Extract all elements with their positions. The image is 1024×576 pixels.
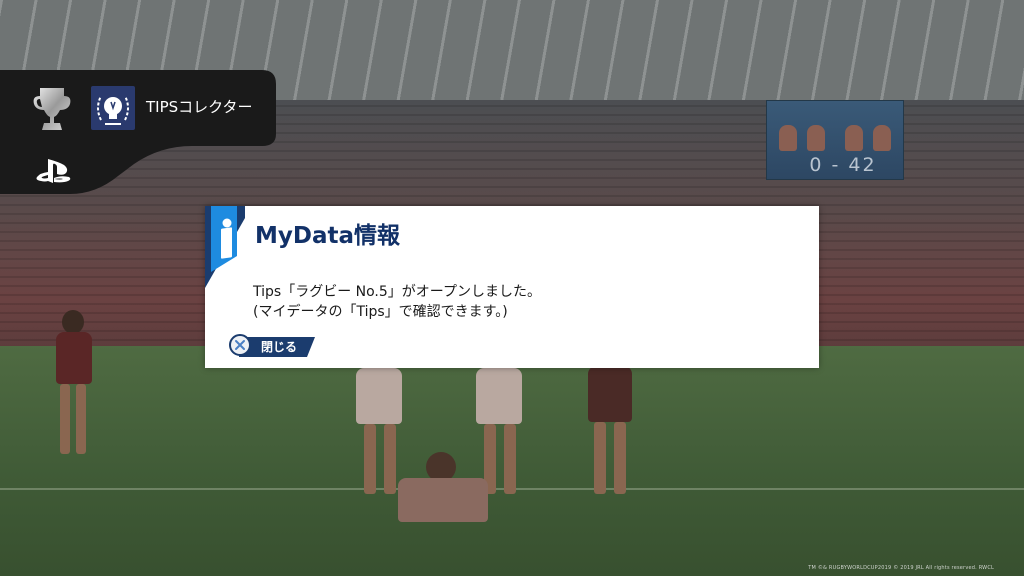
trophy-name: TIPSコレクター [146,98,253,116]
info-icon [205,206,245,288]
cross-button-icon [229,334,251,356]
dialog-message-line: Tips「ラグビー No.5」がオープンしました。 [253,284,541,300]
trophy-icon [33,88,71,130]
laurel-lightbulb-icon [97,95,129,125]
scoreboard-face [779,125,797,151]
player [48,310,98,460]
scoreboard-face [807,125,825,151]
dialog-message: Tips「ラグビー No.5」がオープンしました。 (マイデータの「Tips」で… [253,282,541,322]
dialog-title: MyData情報 [255,223,401,249]
copyright-text: TM ©& RUGBYWORLDCUP2019 © 2019 JRL All r… [808,565,994,571]
close-button[interactable]: 閉じる [229,334,315,358]
player [390,450,500,530]
playstation-logo-icon [36,159,71,183]
mydata-info-dialog: MyData情報 Tips「ラグビー No.5」がオープンしました。 (マイデー… [205,206,819,368]
scoreboard-score: 0 - 42 [809,154,877,176]
close-button-label: 閉じる [261,340,298,354]
trophy-notification: TIPSコレクター [0,0,280,200]
player [580,360,640,500]
dialog-message-line: (マイデータの「Tips」で確認できます。) [253,304,508,320]
scoreboard-face [873,125,891,151]
scoreboard-face [845,125,863,151]
trophy-image [91,86,135,130]
